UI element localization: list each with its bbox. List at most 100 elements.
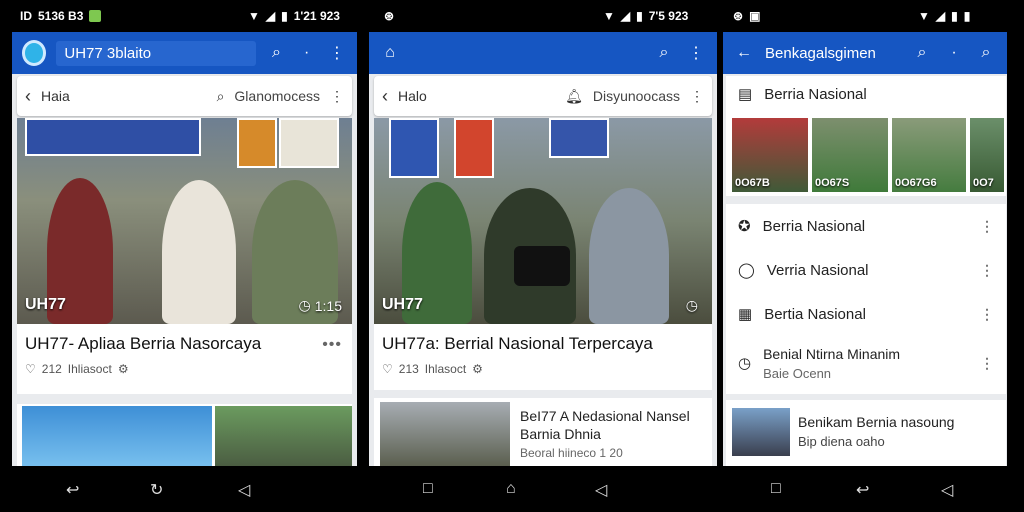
back-icon[interactable]: ‹ bbox=[25, 86, 31, 107]
wifi-icon: ▼ bbox=[918, 9, 930, 23]
thumbnail[interactable]: 0O7 bbox=[970, 118, 1004, 192]
bell-icon[interactable]: 🔔︎ bbox=[565, 88, 583, 105]
list-label[interactable]: Benial Ntirna Minanim bbox=[763, 346, 968, 362]
recents-icon[interactable]: ↻ bbox=[150, 480, 163, 500]
news-list-item[interactable]: Benikam Bernia nasoung Bip diena oaho bbox=[726, 400, 1006, 466]
more-icon[interactable]: ••• bbox=[322, 336, 342, 354]
hero-label: UH77 bbox=[25, 296, 66, 313]
list-item[interactable]: ◷ Benial Ntirna Minanim Baie Ocenn ⋮ bbox=[726, 336, 1006, 390]
more-icon[interactable]: ⋮ bbox=[685, 42, 707, 64]
thumbnail[interactable] bbox=[215, 406, 352, 466]
news-list-item[interactable]: BeI77 A Nedasional Nansel Barnia Dhnia B… bbox=[374, 398, 712, 466]
back-nav-icon[interactable]: ↩ bbox=[66, 480, 79, 500]
card-meta: ♡ 213 Ihlasoct ⚙ bbox=[374, 354, 712, 384]
hero-image[interactable]: UH77 ◷ 1:15 bbox=[17, 118, 352, 324]
chat-icon: ◯ bbox=[738, 262, 755, 279]
item-title[interactable]: BeI77 A Nedasional Nansel bbox=[520, 408, 690, 424]
search-icon[interactable]: ⌕ bbox=[653, 42, 675, 64]
meta-count: 212 bbox=[41, 362, 62, 376]
more-icon[interactable]: ⋮ bbox=[980, 355, 994, 372]
search-bar[interactable]: ‹ Halo 🔔︎ Disyunoocass ⋮ bbox=[374, 76, 712, 116]
panel-3: ← Benkagalsgimen ⌕ · ⌕ ▤ Berria Nasional… bbox=[723, 32, 1007, 466]
status-right-left: ⊛ ▣ bbox=[733, 9, 760, 23]
list-item[interactable]: ✪ Berria Nasional ⋮ bbox=[726, 204, 1006, 248]
navigation-bar: ↩ ↻ ◁ □ ⌂ ◁ □ ↩ ◁ bbox=[0, 466, 1024, 512]
share-icon[interactable]: ⚙ bbox=[472, 362, 483, 376]
back-icon[interactable]: ‹ bbox=[382, 86, 388, 107]
triangle-back-icon[interactable]: ◁ bbox=[941, 480, 953, 500]
app-bar: ⌂ ⌕ ⋮ bbox=[369, 32, 717, 74]
settings-icon: ⊛ bbox=[733, 9, 744, 23]
more-icon[interactable]: ⋮ bbox=[330, 88, 344, 105]
item-thumbnail[interactable] bbox=[732, 408, 790, 456]
more-icon[interactable]: ⋮ bbox=[690, 88, 704, 105]
search-icon[interactable]: ⌕ bbox=[217, 88, 225, 105]
thumbnail[interactable]: 0O67G6 bbox=[892, 118, 966, 192]
list-item[interactable]: ▦ Bertia Nasional ⋮ bbox=[726, 292, 1006, 336]
item-subtitle: Bip diena oaho bbox=[798, 434, 885, 449]
share-icon[interactable]: ⚙ bbox=[118, 362, 129, 376]
thumb-label: 0O67B bbox=[735, 177, 770, 189]
more-icon[interactable]: ⋮ bbox=[327, 42, 347, 64]
list-label-block[interactable]: Benial Ntirna Minanim Baie Ocenn bbox=[763, 346, 968, 381]
app-notification-icon bbox=[89, 10, 102, 22]
more-icon[interactable]: ⋮ bbox=[980, 218, 994, 235]
thumbnail-row bbox=[17, 404, 352, 466]
card-headline[interactable]: UH77a: Berrial Nasional Terpercaya bbox=[374, 324, 712, 354]
card-headline[interactable]: UH77- Apliaa Berria Nasorcaya bbox=[17, 324, 352, 354]
heart-icon[interactable]: ♡ bbox=[382, 362, 393, 376]
hero-time: ◷ bbox=[686, 297, 702, 314]
home-icon[interactable]: ⌂ bbox=[379, 42, 401, 64]
wifi-icon: ▼ bbox=[603, 9, 615, 23]
list-item[interactable]: ◯ Verria Nasional ⋮ bbox=[726, 248, 1006, 292]
more-icon[interactable]: ⋮ bbox=[980, 262, 994, 279]
list-label[interactable]: Bertia Nasional bbox=[764, 306, 968, 323]
app-logo[interactable] bbox=[22, 40, 47, 66]
image-icon: ▣ bbox=[749, 9, 761, 23]
list-label[interactable]: Verria Nasional bbox=[767, 262, 968, 279]
panel-1: UH77 3blaito ⌕ · ⋮ ‹ Haia ⌕ Glanomocess … bbox=[12, 32, 357, 466]
search-bar[interactable]: ‹ Haia ⌕ Glanomocess ⋮ bbox=[17, 76, 352, 116]
heart-icon[interactable]: ♡ bbox=[25, 362, 36, 376]
thumbnail[interactable] bbox=[22, 406, 212, 466]
status-mid: ⊛ bbox=[384, 9, 394, 23]
recents-icon[interactable]: ↩ bbox=[856, 480, 869, 500]
dot-icon[interactable]: · bbox=[943, 42, 965, 64]
meta-text: Ihliasoct bbox=[67, 362, 112, 376]
search-query[interactable]: Haia bbox=[41, 88, 207, 104]
battery-icon: ▮ bbox=[951, 9, 958, 23]
meta-count: 213 bbox=[398, 362, 419, 376]
search-icon[interactable]: ⌕ bbox=[911, 42, 933, 64]
list-label[interactable]: Berria Nasional bbox=[763, 218, 968, 235]
thumbnail[interactable]: 0O67S bbox=[812, 118, 888, 192]
square-icon[interactable]: □ bbox=[771, 480, 781, 498]
section-card: ▤ Berria Nasional 0O67B 0O67S 0O67G6 0O7 bbox=[726, 76, 1006, 196]
triangle-back-icon[interactable]: ◁ bbox=[238, 480, 250, 500]
clock-icon: ◷ bbox=[685, 297, 698, 313]
news-card[interactable]: UH77a: Berrial Nasional Terpercaya ♡ 213… bbox=[374, 324, 712, 390]
square-icon[interactable]: □ bbox=[423, 480, 433, 498]
news-card[interactable]: UH77- Apliaa Berria Nasorcaya ••• ♡ 212 … bbox=[17, 324, 352, 394]
hero-time-text: 1:15 bbox=[314, 297, 342, 314]
item-thumbnail[interactable] bbox=[380, 402, 510, 466]
back-arrow-icon[interactable]: ← bbox=[733, 42, 755, 64]
category-list: ✪ Berria Nasional ⋮ ◯ Verria Nasional ⋮ … bbox=[726, 204, 1006, 394]
dot-icon[interactable]: · bbox=[297, 42, 317, 64]
clock-icon: ◷ bbox=[298, 297, 311, 313]
search-icon[interactable]: ⌕ bbox=[266, 42, 286, 64]
hero-label: UH77 bbox=[382, 296, 423, 313]
signal-icon: ◢ bbox=[265, 9, 276, 23]
item-title[interactable]: Benikam Bernia nasoung bbox=[798, 414, 954, 430]
banner bbox=[25, 118, 201, 156]
search-small-icon[interactable]: ⌕ bbox=[975, 42, 997, 64]
thumbnail[interactable]: 0O67B bbox=[732, 118, 808, 192]
status-right: ▼ ◢ ▮ 7'5 923 bbox=[603, 9, 688, 23]
search-query[interactable]: Halo bbox=[398, 88, 555, 104]
home-icon[interactable]: ⌂ bbox=[506, 480, 516, 498]
hero-image[interactable]: UH77 ◷ bbox=[374, 118, 712, 324]
search-hint: Disyunoocass bbox=[592, 88, 680, 104]
more-icon[interactable]: ⋮ bbox=[980, 306, 994, 323]
banner bbox=[549, 118, 609, 158]
status-left: ID 5136 B3 bbox=[20, 9, 102, 23]
triangle-back-icon[interactable]: ◁ bbox=[595, 480, 607, 500]
